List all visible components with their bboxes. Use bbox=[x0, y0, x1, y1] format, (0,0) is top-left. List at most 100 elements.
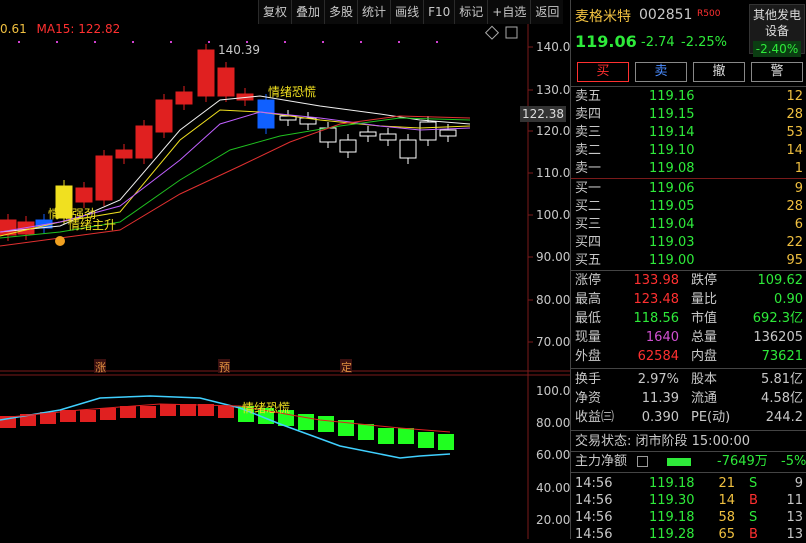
tick-time: 14:56 bbox=[575, 476, 613, 491]
current-price-tag: 122.38 bbox=[522, 107, 564, 121]
candle bbox=[399, 139, 417, 159]
tick-row: 14:56 119.28 65 B 13 bbox=[575, 526, 806, 543]
tick-side: S bbox=[749, 510, 758, 525]
bid-label: 买二 bbox=[575, 199, 602, 214]
sector-line1: 其他发电 bbox=[752, 8, 801, 22]
toolbar-add-watchlist-button[interactable]: +自选 bbox=[487, 0, 531, 24]
toolbar-mark-button[interactable]: 标记 bbox=[454, 0, 488, 24]
sub-bar bbox=[358, 424, 374, 440]
toolbar-multistock-button[interactable]: 多股 bbox=[324, 0, 358, 24]
tick-time: 14:56 bbox=[575, 527, 613, 542]
kline-chart-area[interactable]: 140.0 130.0 120.0 110.0 100.0 90.00 80.00 70.00… bbox=[0, 0, 570, 539]
sell-button[interactable]: 卖 bbox=[635, 62, 687, 82]
alert-button[interactable]: 警 bbox=[751, 62, 803, 82]
tick-time: 14:56 bbox=[575, 493, 613, 508]
sub-bar bbox=[140, 406, 156, 418]
stat-label: 涨停 bbox=[575, 273, 602, 288]
bid-volume: 22 bbox=[786, 235, 803, 250]
stat-label: 总量 bbox=[691, 330, 718, 345]
ask-volume: 1 bbox=[794, 161, 803, 176]
tick-price: 119.28 bbox=[649, 527, 695, 542]
toolbar-back-button[interactable]: 返回 bbox=[530, 0, 564, 24]
kline-chart-svg[interactable]: 140.0 130.0 120.0 110.0 100.0 90.00 80.00 70.00… bbox=[0, 0, 570, 539]
y-tick-label: 140.0 bbox=[536, 40, 570, 54]
ask-row[interactable]: 卖一 119.08 1 bbox=[575, 160, 806, 177]
tick-count: 13 bbox=[786, 510, 803, 525]
ask-row[interactable]: 卖二 119.10 14 bbox=[575, 142, 806, 159]
ask-label: 卖五 bbox=[575, 89, 602, 104]
main-flow-pct: -5% bbox=[781, 454, 806, 469]
calc-icon[interactable] bbox=[637, 456, 648, 467]
marker-0: 涨 bbox=[95, 361, 106, 374]
ma10-value: 0.61 bbox=[0, 22, 27, 36]
stat-value: 5.81亿 bbox=[761, 372, 803, 387]
coin-icon bbox=[55, 236, 65, 246]
ask-price: 119.16 bbox=[649, 89, 695, 104]
ma15-value: MA15: 122.82 bbox=[36, 22, 121, 36]
sub-bar bbox=[198, 404, 214, 416]
sub-bar bbox=[180, 404, 196, 416]
bid-label: 买五 bbox=[575, 253, 602, 268]
bid-row[interactable]: 买一 119.06 9 bbox=[575, 180, 806, 197]
toolbar-f10-button[interactable]: F10 bbox=[423, 0, 455, 24]
candle bbox=[217, 67, 235, 97]
stat-label: 流通 bbox=[691, 391, 718, 406]
bid-price: 119.00 bbox=[649, 253, 695, 268]
dot-marker bbox=[18, 41, 20, 43]
bid-price: 119.04 bbox=[649, 217, 695, 232]
bid-row[interactable]: 买三 119.04 6 bbox=[575, 216, 806, 233]
stat-value: 0.90 bbox=[774, 292, 803, 307]
stat-value: 4.58亿 bbox=[761, 391, 803, 406]
bid-row[interactable]: 买四 119.03 22 bbox=[575, 234, 806, 251]
sub-annotation: 情绪恐慌 bbox=[242, 401, 290, 415]
stat-value: 692.3亿 bbox=[752, 311, 803, 326]
tick-row: 14:56 119.18 58 S 13 bbox=[575, 509, 806, 526]
stat-label: 市值 bbox=[691, 311, 718, 326]
toolbar-fuquan-button[interactable]: 复权 bbox=[258, 0, 292, 24]
ask-row[interactable]: 卖三 119.14 53 bbox=[575, 124, 806, 141]
buy-button[interactable]: 买 bbox=[577, 62, 629, 82]
tick-count: 13 bbox=[786, 527, 803, 542]
flow-bar bbox=[667, 458, 691, 466]
y-tick-label: 70.00 bbox=[536, 335, 570, 349]
stock-code: 002851 bbox=[639, 7, 693, 23]
sub-bar bbox=[418, 432, 434, 448]
cancel-order-button[interactable]: 撤 bbox=[693, 62, 745, 82]
stat-label: PE(动) bbox=[691, 410, 731, 425]
ask-row[interactable]: 卖五 119.16 12 bbox=[575, 88, 806, 105]
ask-row[interactable]: 卖四 119.15 28 bbox=[575, 106, 806, 123]
tick-side: B bbox=[749, 493, 758, 508]
sector-line2: 设备 bbox=[764, 24, 789, 38]
y-tick-label: 80.00 bbox=[536, 293, 570, 307]
tick-side: S bbox=[749, 476, 758, 491]
sector-badge[interactable]: 其他发电 设备 -2.40% bbox=[749, 4, 805, 57]
bid-volume: 95 bbox=[786, 253, 803, 268]
candle bbox=[439, 129, 457, 137]
stock-header: 麦格米特 002851 R500 其他发电 设备 -2.40% 119.06 -… bbox=[571, 0, 806, 58]
marker-2: 定 bbox=[341, 360, 352, 374]
toolbar-overlay-button[interactable]: 叠加 bbox=[291, 0, 325, 24]
stats-row: 最低 118.56 市值 692.3亿 bbox=[575, 310, 806, 327]
bid-label: 买四 bbox=[575, 235, 602, 250]
trade-buttons: 买 卖 撤 警 bbox=[577, 62, 803, 82]
sub-y-tick-label: 80.00 bbox=[536, 416, 570, 430]
toolbar-draw-button[interactable]: 画线 bbox=[390, 0, 424, 24]
stat-label: 收益㈢ bbox=[575, 410, 615, 425]
candle bbox=[75, 187, 93, 203]
bid-label: 买一 bbox=[575, 181, 602, 196]
sub-bar bbox=[378, 428, 394, 444]
tick-time: 14:56 bbox=[575, 510, 613, 525]
stat-label: 外盘 bbox=[575, 349, 602, 364]
bid-row[interactable]: 买五 119.00 95 bbox=[575, 252, 806, 269]
toolbar-stats-button[interactable]: 统计 bbox=[357, 0, 391, 24]
tick-count: 9 bbox=[794, 476, 803, 491]
candle bbox=[95, 155, 113, 201]
stat-label: 现量 bbox=[575, 330, 602, 345]
tick-row: 14:56 119.18 21 S 9 bbox=[575, 475, 806, 492]
stat-label: 跌停 bbox=[691, 273, 718, 288]
sub-bar bbox=[100, 408, 116, 420]
bid-row[interactable]: 买二 119.05 28 bbox=[575, 198, 806, 215]
candle bbox=[135, 125, 153, 159]
sub-bar bbox=[218, 406, 234, 418]
dot-marker bbox=[94, 41, 96, 43]
